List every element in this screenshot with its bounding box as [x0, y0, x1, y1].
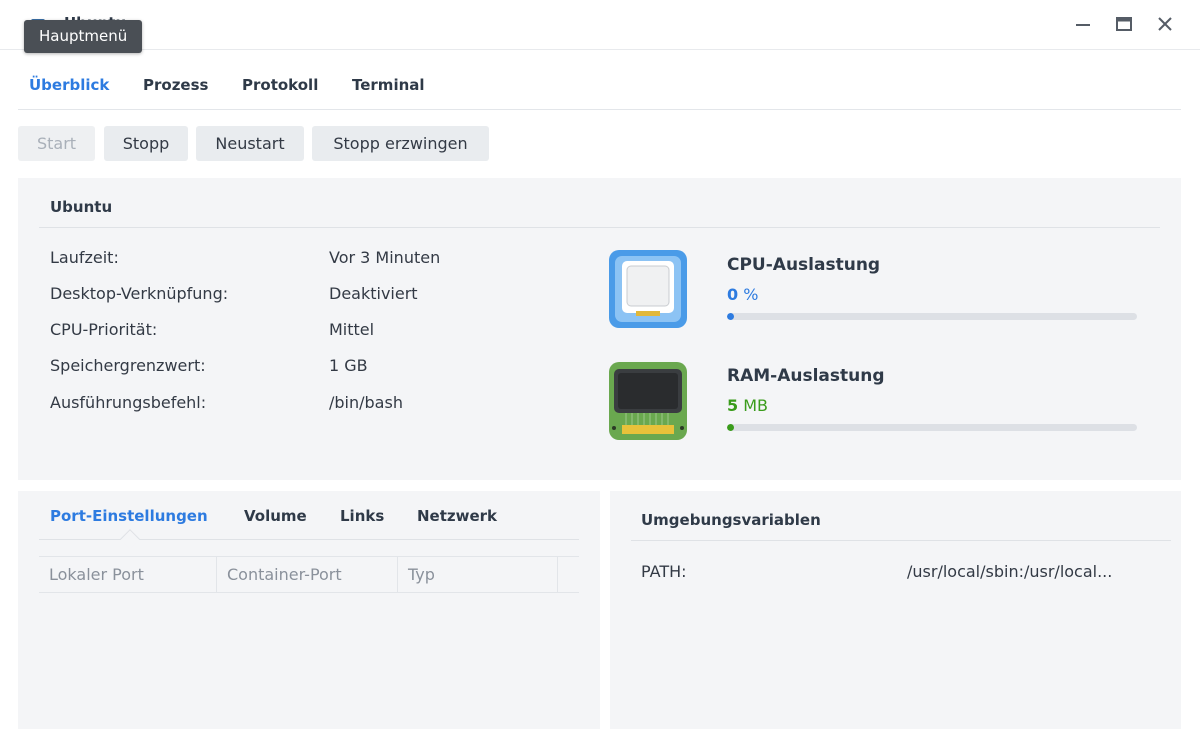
info-label: CPU-Priorität: — [50, 320, 158, 339]
close-icon[interactable] — [1154, 13, 1176, 35]
cpu-usage-bar-fill — [727, 313, 734, 320]
cpu-usage-title: CPU-Auslastung — [727, 255, 881, 275]
column-header-container-port[interactable]: Container-Port — [217, 557, 398, 592]
env-key: PATH: — [641, 562, 687, 581]
main-menu-tooltip: Hauptmenü — [24, 20, 143, 53]
tab-links[interactable]: Links — [340, 507, 384, 525]
info-value: Vor 3 Minuten — [329, 248, 441, 267]
divider — [631, 540, 1171, 541]
ram-usage-number: 5 — [727, 396, 739, 415]
tab-volume[interactable]: Volume — [244, 507, 307, 525]
tab-process[interactable]: Prozess — [143, 76, 208, 94]
tab-terminal[interactable]: Terminal — [352, 76, 425, 94]
ram-usage-title: RAM-Auslastung — [727, 366, 885, 386]
main-tabs: Überblick Prozess Protokoll Terminal — [18, 64, 1181, 110]
ram-usage-value: 5 MB — [727, 396, 768, 415]
cpu-usage-number: 0 — [727, 285, 739, 304]
tab-port-settings[interactable]: Port-Einstellungen — [50, 507, 208, 525]
minimize-icon[interactable] — [1072, 13, 1094, 35]
force-stop-button[interactable]: Stopp erzwingen — [312, 126, 489, 161]
info-label: Laufzeit: — [50, 248, 119, 267]
info-value: Deaktiviert — [329, 284, 418, 303]
tab-overview[interactable]: Überblick — [29, 76, 109, 94]
column-header-type[interactable]: Typ — [398, 557, 558, 592]
info-label: Speichergrenzwert: — [50, 356, 206, 375]
env-value: /usr/local/sbin:/usr/local... — [907, 562, 1113, 581]
cpu-chip-icon — [608, 249, 688, 329]
info-label: Desktop-Verknüpfung: — [50, 284, 229, 303]
ports-table-header: Lokaler Port Container-Port Typ — [39, 556, 579, 593]
column-header-local-port[interactable]: Lokaler Port — [39, 557, 217, 592]
divider — [39, 227, 1160, 228]
ports-panel: Port-Einstellungen Volume Links Netzwerk… — [18, 491, 600, 729]
cpu-usage-bar — [727, 313, 1137, 320]
title-bar: Ubuntu Hauptmenü — [0, 0, 1200, 53]
ram-usage-unit: MB — [743, 396, 769, 415]
start-button[interactable]: Start — [18, 126, 95, 161]
overview-title: Ubuntu — [50, 198, 113, 216]
cpu-usage-value: 0 % — [727, 285, 758, 304]
tab-network[interactable]: Netzwerk — [417, 507, 497, 525]
ram-module-icon — [608, 361, 688, 441]
stop-button[interactable]: Stopp — [104, 126, 188, 161]
info-value: Mittel — [329, 320, 375, 339]
ram-usage-bar-fill — [727, 424, 734, 431]
info-value: /bin/bash — [329, 393, 403, 412]
active-tab-caret — [120, 529, 140, 549]
ram-usage-bar — [727, 424, 1137, 431]
restart-button[interactable]: Neustart — [196, 126, 304, 161]
tab-log[interactable]: Protokoll — [242, 76, 318, 94]
env-title: Umgebungsvariablen — [641, 511, 821, 529]
maximize-icon[interactable] — [1113, 13, 1135, 35]
cpu-usage-unit: % — [743, 285, 759, 304]
info-value: 1 GB — [329, 356, 368, 375]
info-label: Ausführungsbefehl: — [50, 393, 207, 412]
overview-panel: Ubuntu Laufzeit: Vor 3 Minuten Desktop-V… — [18, 178, 1181, 480]
env-panel: Umgebungsvariablen PATH: /usr/local/sbin… — [610, 491, 1181, 729]
